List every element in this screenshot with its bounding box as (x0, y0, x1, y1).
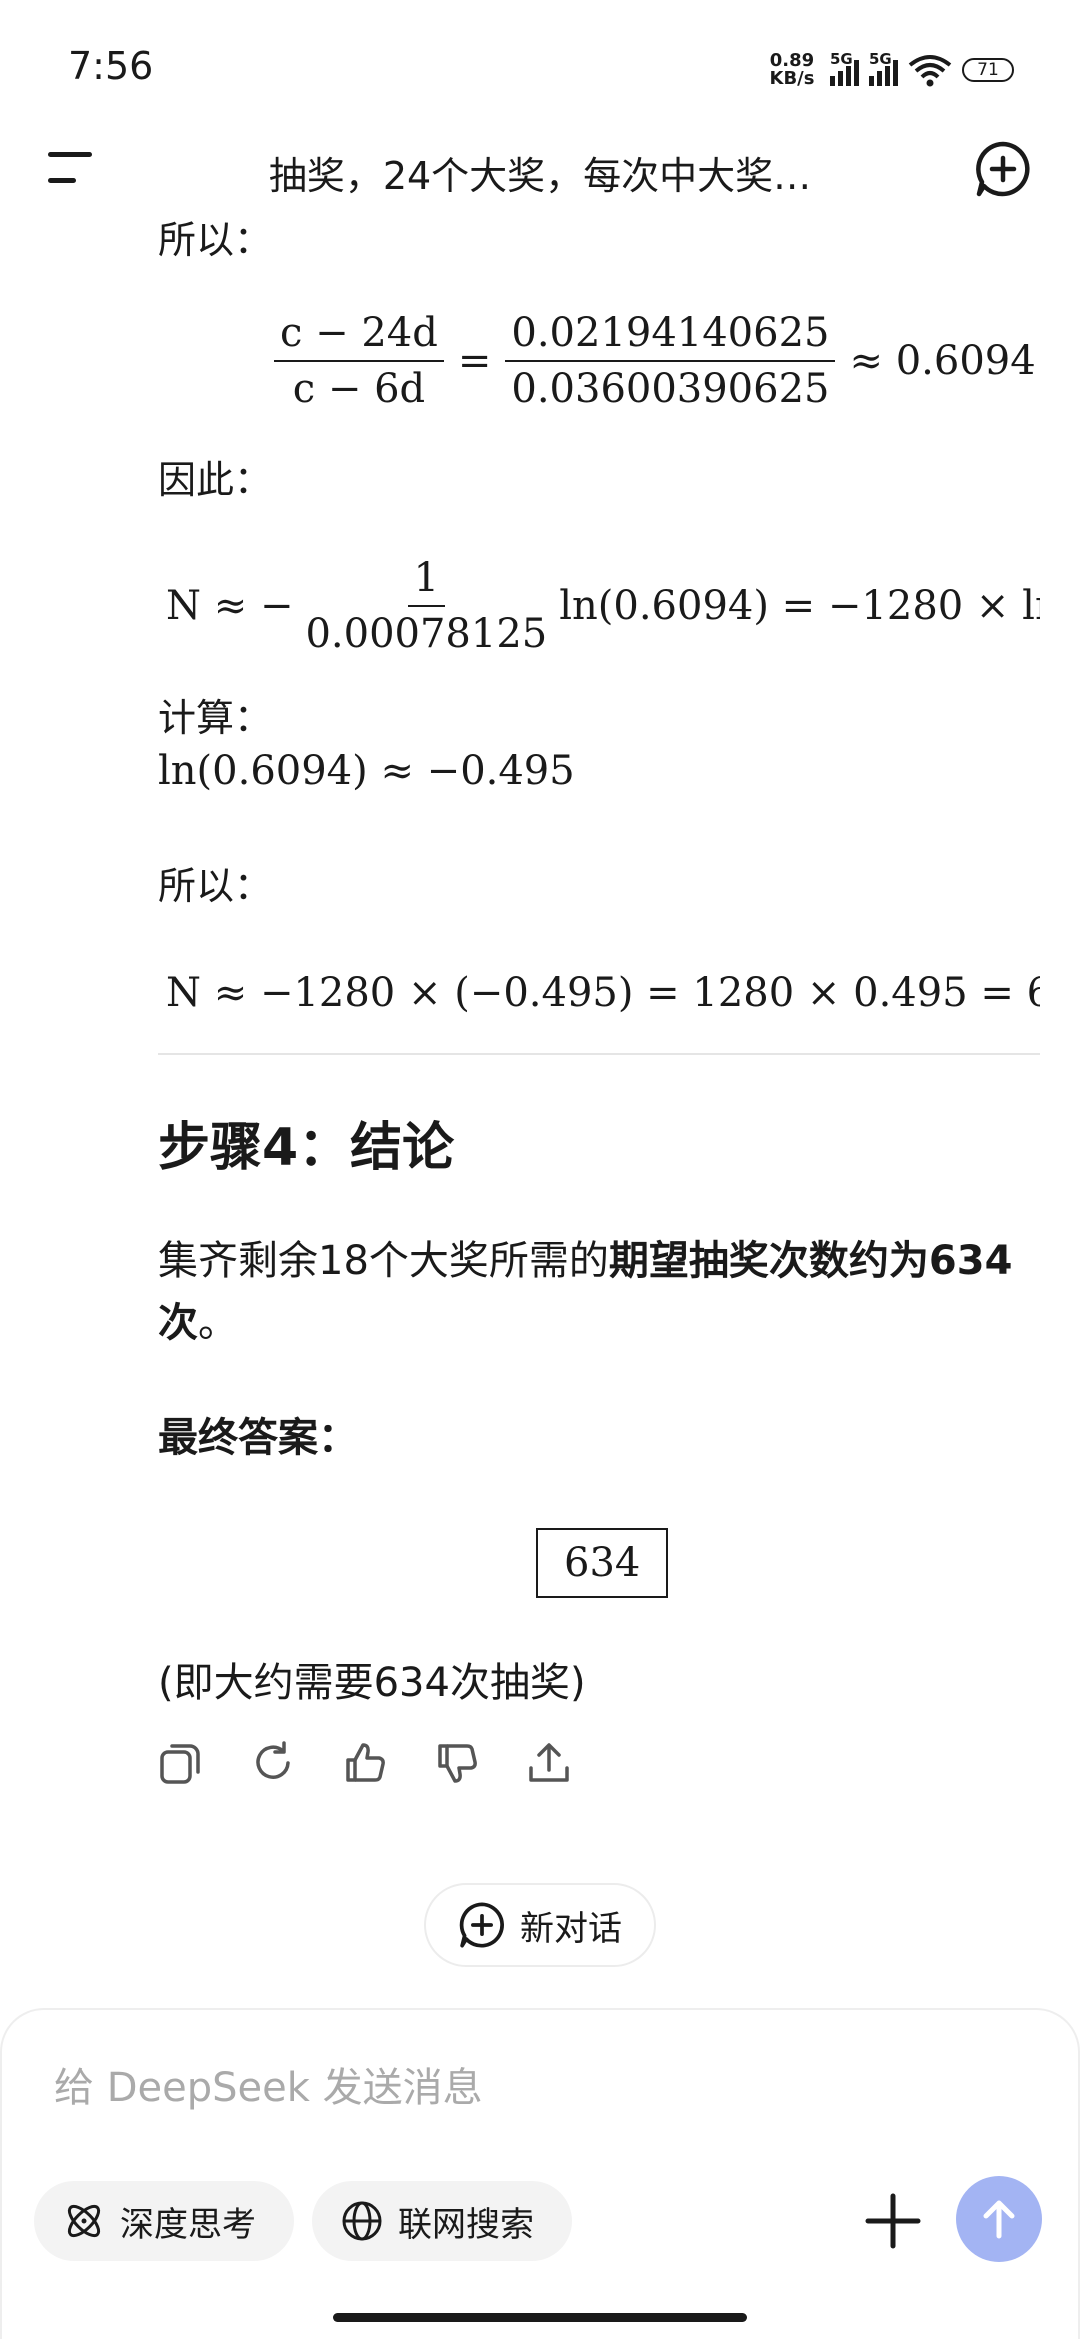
new-chat-button[interactable]: 新对话 (424, 1883, 656, 1967)
message-input[interactable]: 给 DeepSeek 发送消息 (54, 2055, 483, 2113)
equation-result: N ≈ −1280 × (−0.495) = 1280 × 0.495 = 63… (166, 970, 1040, 1016)
wifi-icon (908, 55, 952, 87)
eq1-equals: = (457, 338, 492, 384)
answer-note: (即大约需要634次抽奖) (158, 1660, 586, 1706)
label-suoyi-2: 所以： (158, 864, 273, 908)
home-indicator (333, 2313, 747, 2322)
final-answer-label: 最终答案： (158, 1415, 358, 1461)
eq1-den-right: 0.03600390625 (511, 366, 830, 412)
globe-icon (342, 2201, 382, 2241)
new-chat-icon[interactable] (974, 140, 1032, 198)
equation-n: N ≈ − 1 0.00078125 ln(0.6094) = −1280 × … (166, 555, 1040, 657)
label-yinci: 因此： (158, 458, 273, 502)
section-heading: 步骤4：结论 (158, 1118, 455, 1178)
label-suoyi-1: 所以： (158, 218, 273, 262)
divider (158, 1053, 1040, 1055)
web-search-label: 联网搜索 (398, 2204, 534, 2245)
final-answer-box: 634 (536, 1528, 669, 1598)
status-bar: 7:56 0.89 KB/s 5G 5G 71 (0, 0, 1080, 140)
thumbs-up-icon[interactable] (342, 1740, 388, 1786)
signal-sim1-icon: 5G (830, 50, 859, 86)
status-icons: 0.89 KB/s 5G 5G 71 (764, 50, 1014, 90)
attach-plus-icon[interactable] (862, 2190, 924, 2252)
atom-icon (67, 2204, 101, 2238)
net-speed: 0.89 KB/s (769, 50, 815, 89)
conversation-title[interactable]: 抽奖，24个大奖，每次中大奖… (150, 145, 930, 200)
eq1-num-left: c − 24d (274, 310, 444, 362)
eq2-den: 0.00078125 (305, 611, 548, 657)
equation-ratio: c − 24d c − 6d = 0.02194140625 0.0360039… (268, 310, 1036, 412)
eq2-lhs: N ≈ − (166, 583, 294, 629)
share-icon[interactable] (526, 1740, 572, 1786)
web-search-toggle[interactable]: 联网搜索 (312, 2181, 572, 2261)
send-button[interactable] (956, 2176, 1042, 2262)
new-chat-label: 新对话 (520, 1908, 622, 1949)
label-jisuan: 计算： (158, 696, 273, 740)
eq2-rhs: ln(0.6094) = −1280 × ln(0.6094) (559, 583, 1040, 629)
arrow-up-icon (983, 2200, 1015, 2239)
eq1-den-left: c − 6d (292, 366, 426, 412)
eq2-num: 1 (407, 555, 446, 607)
menu-icon[interactable] (48, 148, 98, 188)
eq1-result: ≈ 0.6094 (849, 338, 1036, 384)
conclusion-paragraph: 集齐剩余18个大奖所需的期望抽奖次数约为634次。 (158, 1238, 1013, 1346)
new-chat-icon (459, 1902, 504, 1948)
copy-icon[interactable] (158, 1740, 204, 1786)
deep-think-toggle[interactable]: 深度思考 (34, 2181, 294, 2261)
signal-sim2-icon: 5G (869, 50, 898, 86)
regenerate-icon[interactable] (250, 1740, 296, 1786)
eq1-num-right: 0.02194140625 (505, 310, 836, 362)
battery-icon: 71 (962, 58, 1014, 82)
status-time: 7:56 (68, 44, 154, 88)
message-actions (158, 1740, 572, 1786)
deep-think-label: 深度思考 (120, 2204, 256, 2245)
equation-ln: ln(0.6094) ≈ −0.495 (158, 748, 575, 794)
thumbs-down-icon[interactable] (434, 1740, 480, 1786)
